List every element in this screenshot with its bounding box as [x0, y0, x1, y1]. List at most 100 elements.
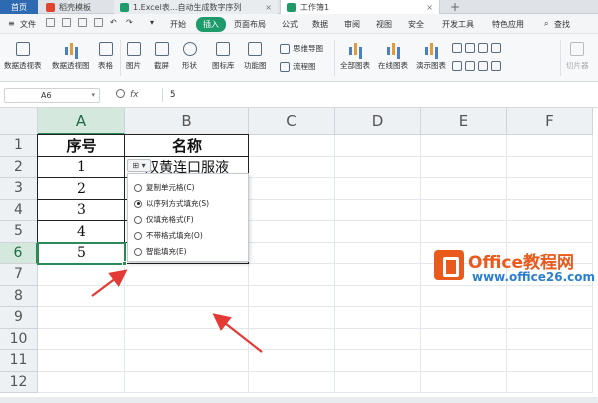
pivot-chart-button[interactable]: 数据透视图	[52, 42, 90, 71]
cell-c3[interactable]	[249, 178, 335, 200]
cell-c12[interactable]	[249, 371, 335, 393]
column-header-e[interactable]: E	[421, 108, 507, 135]
icon-library-button[interactable]: 图标库	[212, 42, 235, 71]
cell-a12[interactable]	[38, 371, 125, 393]
cell-d5[interactable]	[335, 221, 421, 243]
hamburger-icon[interactable]: ≡	[8, 19, 15, 28]
cell-e12[interactable]	[421, 371, 507, 393]
row-header-4[interactable]: 4	[0, 199, 38, 221]
cell-e11[interactable]	[421, 350, 507, 372]
redo-icon[interactable]: ↷	[126, 18, 133, 27]
menu-features[interactable]: 特色应用	[492, 19, 524, 30]
more-icon[interactable]: ▾	[150, 18, 154, 27]
option-flash-fill[interactable]: 智能填充(E)	[134, 246, 187, 257]
new-tab-icon[interactable]: +	[450, 0, 460, 14]
cell-e2[interactable]	[421, 156, 507, 178]
cell-f5[interactable]	[507, 221, 593, 243]
tab-template[interactable]: 稻壳模板	[40, 0, 110, 14]
mind-map-button[interactable]: 思维导图	[280, 43, 323, 54]
cell-c5[interactable]	[249, 221, 335, 243]
undo-icon[interactable]: ↶	[110, 18, 117, 27]
pivot-table-button[interactable]: 数据透视表	[4, 42, 42, 71]
cell-d4[interactable]	[335, 199, 421, 221]
chevron-down-icon[interactable]: ▾	[91, 89, 95, 102]
cell-c6[interactable]	[249, 242, 335, 264]
menu-formula[interactable]: 公式	[282, 19, 298, 30]
row-header-7[interactable]: 7	[0, 264, 38, 286]
cell-e5[interactable]	[421, 221, 507, 243]
bar-chart-dropdown[interactable]	[452, 43, 501, 53]
menu-review[interactable]: 审阅	[344, 19, 360, 30]
slicer-button[interactable]: 切片器	[566, 42, 589, 71]
close-tab-icon[interactable]: ×	[265, 3, 272, 12]
menu-developer[interactable]: 开发工具	[442, 19, 474, 30]
column-header-b[interactable]: B	[125, 108, 249, 135]
cell-d1[interactable]	[335, 135, 421, 157]
cell-b12[interactable]	[125, 371, 249, 393]
file-menu[interactable]: 文件	[20, 19, 36, 30]
cell-b10[interactable]	[125, 328, 249, 350]
cell-c10[interactable]	[249, 328, 335, 350]
menu-view[interactable]: 视图	[376, 19, 392, 30]
cell-f4[interactable]	[507, 199, 593, 221]
row-header-11[interactable]: 11	[0, 350, 38, 372]
cell-b8[interactable]	[125, 285, 249, 307]
cell-a10[interactable]	[38, 328, 125, 350]
menu-home[interactable]: 开始	[170, 19, 186, 30]
tab-workbook[interactable]: 工作簿1 ×	[280, 0, 440, 14]
fx-icon[interactable]: fx	[130, 90, 139, 100]
cell-d2[interactable]	[335, 156, 421, 178]
export-icon[interactable]	[62, 18, 71, 27]
chart-type-dropdown[interactable]	[452, 61, 501, 71]
search-menu[interactable]: 查找	[554, 19, 570, 30]
cell-f1[interactable]	[507, 135, 593, 157]
cell-b11[interactable]	[125, 350, 249, 372]
cell-d9[interactable]	[335, 307, 421, 329]
cell-c8[interactable]	[249, 285, 335, 307]
all-charts-button[interactable]: 全部图表	[340, 42, 370, 71]
demo-charts-button[interactable]: 演示图表	[416, 42, 446, 71]
print-icon[interactable]	[78, 18, 87, 27]
cell-c11[interactable]	[249, 350, 335, 372]
row-header-9[interactable]: 9	[0, 307, 38, 329]
cell-f12[interactable]	[507, 371, 593, 393]
cell-f11[interactable]	[507, 350, 593, 372]
cell-e3[interactable]	[421, 178, 507, 200]
flowchart-button[interactable]: 流程图	[280, 61, 316, 72]
screenshot-button[interactable]: 截屏	[154, 42, 169, 71]
picture-button[interactable]: 图片	[126, 42, 141, 71]
column-header-a[interactable]: A	[38, 108, 125, 135]
tab-excel-doc[interactable]: 1.Excel表...自动生成数字序列 ×	[114, 0, 278, 14]
cell-a9[interactable]	[38, 307, 125, 329]
autofill-options-button[interactable]: ⊞ ▾	[127, 159, 151, 172]
formula-input[interactable]: 5	[170, 90, 175, 100]
search-icon[interactable]: ⌕	[544, 19, 548, 29]
name-box[interactable]: A6 ▾	[4, 88, 100, 103]
cell-f3[interactable]	[507, 178, 593, 200]
online-charts-button[interactable]: 在线图表	[378, 42, 408, 71]
row-header-8[interactable]: 8	[0, 285, 38, 307]
radio-fill-formatting-only[interactable]	[134, 215, 142, 224]
row-header-5[interactable]: 5	[0, 221, 38, 243]
cell-a7[interactable]	[38, 264, 125, 286]
cell-d10[interactable]	[335, 328, 421, 350]
option-fill-series[interactable]: 以序列方式填充(S)	[134, 198, 209, 209]
row-header-1[interactable]: 1	[0, 135, 38, 157]
cell-c1[interactable]	[249, 135, 335, 157]
radio-fill-without-formatting[interactable]	[134, 231, 142, 240]
select-all-corner[interactable]	[0, 108, 38, 135]
tab-home[interactable]: 首页	[0, 0, 38, 14]
radio-copy-cells[interactable]	[134, 183, 142, 192]
cell-e9[interactable]	[421, 307, 507, 329]
menu-security[interactable]: 安全	[408, 19, 424, 30]
table-button[interactable]: 表格	[98, 42, 113, 71]
menu-insert[interactable]: 插入	[196, 17, 226, 32]
save-icon[interactable]	[46, 18, 55, 27]
row-header-6[interactable]: 6	[0, 242, 38, 264]
row-header-12[interactable]: 12	[0, 371, 38, 393]
zoom-icon[interactable]	[116, 89, 125, 98]
close-tab-icon[interactable]: ×	[426, 3, 433, 12]
function-chart-button[interactable]: 功能图	[244, 42, 267, 71]
row-header-3[interactable]: 3	[0, 178, 38, 200]
cell-e10[interactable]	[421, 328, 507, 350]
